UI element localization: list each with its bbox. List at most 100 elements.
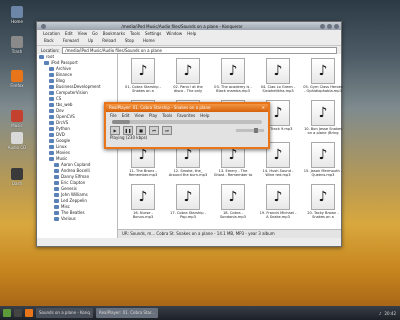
desktop-icon-label: Trash [11, 49, 23, 54]
desktop-icon-label: Dash [11, 181, 23, 186]
menu-item[interactable]: Go [92, 31, 98, 36]
desktop-icon[interactable]: Audio CD [4, 132, 30, 150]
play-icon[interactable]: ▶ [110, 126, 120, 135]
player-menu-item[interactable]: Favorites [177, 113, 195, 118]
file-name: 05. Gym Class Heroes - Ophidiophobia.mp3 [303, 85, 343, 93]
file-item[interactable]: ♪ 04. Ciao Lo Green - Sixiohetikha.mp3 [258, 58, 298, 96]
file-manager-title: /media/iPod Music/Audio files/Sounds on … [121, 23, 243, 29]
file-name: 17. Cobra Starship - Pop.mp3 [170, 211, 206, 219]
folder-icon [54, 175, 59, 179]
toolbar-button[interactable]: Forward [61, 37, 81, 44]
clock: 20:42 [384, 310, 396, 316]
file-item[interactable]: ♪ 15. Jason Mermouth - Queens.mp3 [303, 142, 343, 180]
folder-icon [49, 157, 54, 161]
location-input[interactable]: /media/iPod Music/Audio files/Sounds on … [62, 46, 337, 54]
start-menu-icon[interactable] [3, 309, 11, 317]
player-menu-item[interactable]: Play [149, 113, 157, 118]
desktop-icon-label: Firefox [10, 83, 24, 88]
toolbar-button[interactable]: Up [86, 37, 95, 44]
file-item[interactable]: ♪ 16. Nurse - Bonus.mp3 [123, 184, 163, 222]
toolbar: Back Forward Up Reload Stop Home [37, 36, 341, 46]
file-item[interactable]: ♪ 10. Bon Jesse Snakes on a plane (Bring … [303, 100, 343, 138]
folder-icon [49, 133, 54, 137]
minimize-icon[interactable] [320, 23, 325, 29]
realplayer-titlebar[interactable]: RealPlayer: 01. Cobra Starship - Snakes … [106, 104, 268, 112]
desktop-icon-label: Home [11, 19, 23, 24]
desktop-icon[interactable]: Music [4, 110, 30, 128]
player-menu-item[interactable]: Help [200, 113, 209, 118]
playback-controls: ▶ ❚❚ ■ ⏮ ⏭ [106, 126, 268, 135]
volume-icon[interactable]: ♪ [379, 311, 382, 316]
music-file-icon: ♪ [221, 58, 245, 84]
folder-icon [54, 205, 59, 209]
folder-icon [49, 109, 54, 113]
desktop-icon[interactable]: Home [4, 6, 30, 24]
close-icon[interactable]: ✕ [262, 104, 268, 112]
menu-item[interactable]: Settings [145, 31, 161, 36]
folder-icon [49, 79, 54, 83]
menu-item[interactable]: Location [43, 31, 60, 36]
realplayer-window[interactable]: RealPlayer: 01. Cobra Starship - Snakes … [104, 102, 270, 149]
desktop-icon[interactable]: Trash [4, 36, 30, 54]
player-menu-item[interactable]: View [134, 113, 144, 118]
file-item[interactable]: ♪ 05. Gym Class Heroes - Ophidiophobia.mp… [303, 58, 343, 96]
folder-icon [49, 151, 54, 155]
folder-icon [49, 139, 54, 143]
next-icon[interactable]: ⏭ [162, 126, 172, 135]
close-icon[interactable] [334, 23, 339, 29]
tree-item[interactable]: Various [37, 216, 117, 222]
task-list: Sounds on a plane - Konq RealPlayer: 01. … [33, 308, 159, 318]
file-item[interactable]: ♪ 19. Francis Michael - A Snake.mp3 [258, 184, 298, 222]
folder-icon [49, 127, 54, 131]
stop-icon[interactable]: ■ [136, 126, 146, 135]
pause-icon[interactable]: ❚❚ [123, 126, 133, 135]
music-file-icon: ♪ [311, 184, 335, 210]
player-menu-item[interactable]: File [110, 113, 117, 118]
folder-icon [54, 169, 59, 173]
seek-progress [112, 120, 130, 124]
desktop-icon[interactable]: Firefox [4, 70, 30, 88]
menu-item[interactable]: Bookmarks [103, 31, 125, 36]
file-name: 14. Hush Sound - Wine red.mp3 [262, 169, 294, 177]
maximize-icon[interactable] [327, 23, 332, 29]
player-menu-item[interactable]: Tools [162, 113, 172, 118]
file-manager-titlebar[interactable]: /media/iPod Music/Audio files/Sounds on … [37, 22, 341, 30]
toolbar-button[interactable]: Home [141, 37, 157, 44]
volume-slider[interactable] [236, 128, 264, 133]
toolbar-button[interactable]: Reload [100, 37, 118, 44]
file-name: 11. The Bronx - Remember.mp3 [128, 169, 158, 177]
location-bar: Location: /media/iPod Music/Audio files/… [37, 46, 341, 54]
menu-item[interactable]: Window [166, 31, 182, 36]
file-name: 15. Jason Mermouth - Queens.mp3 [303, 169, 343, 177]
file-item[interactable]: ♪ 03. The academy is - Black mamba.mp3 [213, 58, 253, 96]
volume-knob[interactable] [254, 128, 259, 133]
toolbar-button[interactable]: Back [42, 37, 56, 44]
file-item[interactable]: ♪20. Tacky Brown - Snakes on a plane.mp3 [303, 184, 343, 222]
previous-icon[interactable]: ⏮ [149, 126, 159, 135]
file-name: 01. Cobra Starship - Snakes on a plane.m… [125, 85, 161, 93]
menu-item[interactable]: Edit [65, 31, 73, 36]
folder-icon [54, 181, 59, 185]
menu-item[interactable]: Help [187, 31, 196, 36]
seek-slider[interactable] [112, 120, 262, 124]
file-item[interactable]: ♪ 17. Cobra Starship - Pop.mp3 [168, 184, 208, 222]
file-item[interactable]: ♪01. Cobra Starship - Snakes on a plane.… [123, 58, 163, 96]
player-menu-item[interactable]: Edit [122, 113, 130, 118]
desktop-icon[interactable]: Dash [4, 168, 30, 186]
folder-icon [49, 67, 54, 71]
folder-icon [49, 103, 54, 107]
toolbar-button[interactable]: Stop [123, 37, 136, 44]
folder-home-icon [11, 6, 23, 18]
file-name: 04. Ciao Lo Green - Sixiohetikha.mp3 [260, 85, 296, 93]
file-item[interactable]: ♪ 18. Cobra - Sondonia.mp3 [213, 184, 253, 222]
menu-item[interactable]: Tools [130, 31, 140, 36]
firefox-icon[interactable] [25, 309, 33, 317]
folder-icon [49, 91, 54, 95]
taskbar-button[interactable]: RealPlayer: 01. Cobra Star... [95, 308, 159, 318]
terminal-icon[interactable] [14, 309, 22, 317]
music-file-icon: ♪ [221, 184, 245, 210]
menu-item[interactable]: View [78, 31, 88, 36]
taskbar-button[interactable]: Sounds on a plane - Konq [36, 308, 93, 318]
music-file-icon: ♪ [311, 142, 335, 168]
file-item[interactable]: ♪02. Panic! at the disco - The only diff… [168, 58, 208, 96]
